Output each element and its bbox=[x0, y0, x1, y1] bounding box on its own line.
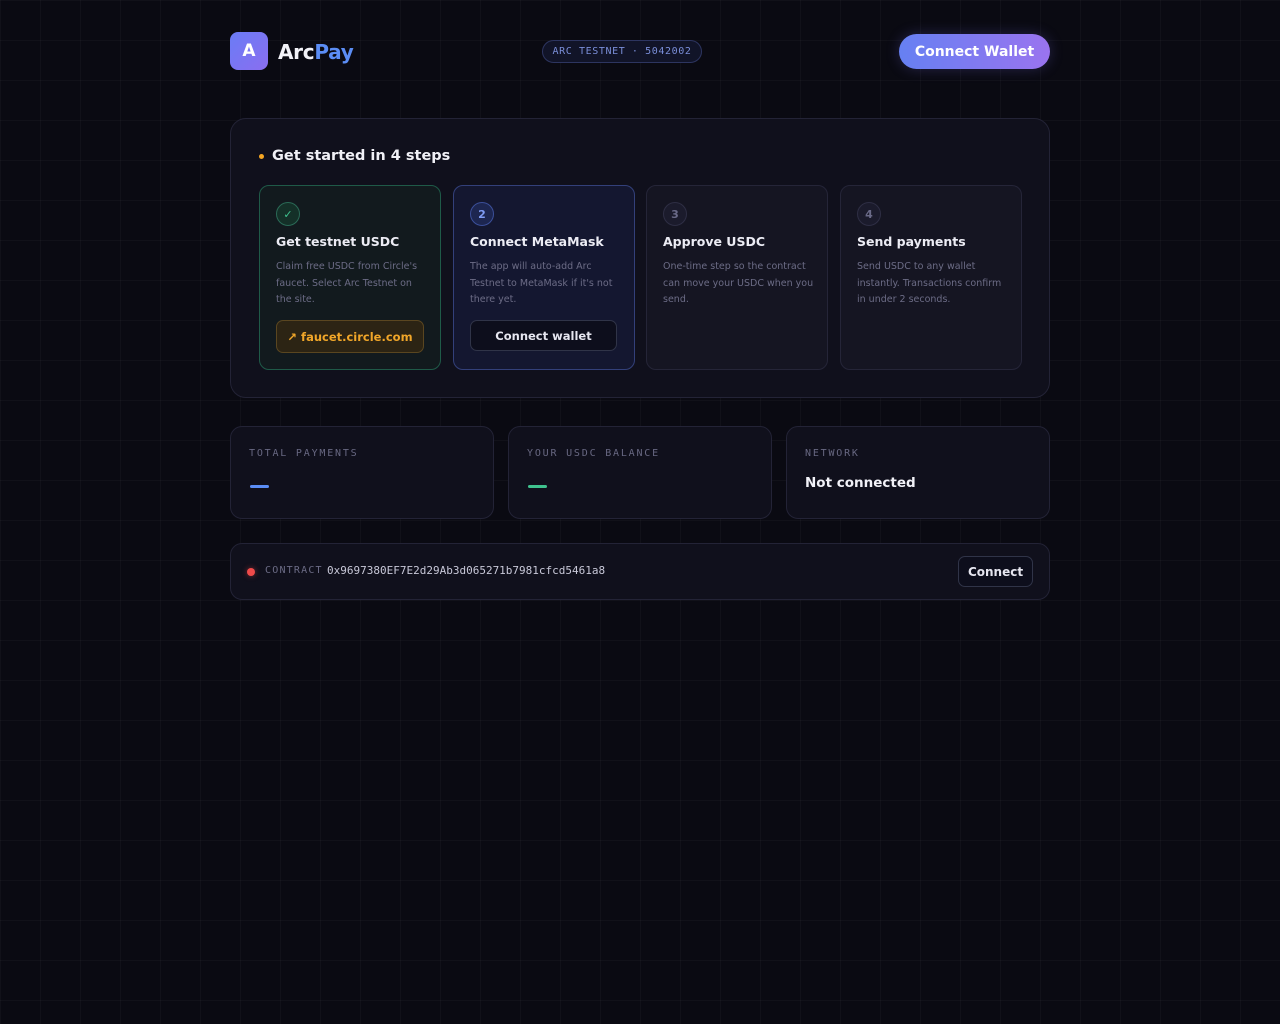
network-label: NETWORK bbox=[805, 448, 860, 459]
step-2-title: Connect MetaMask bbox=[470, 234, 604, 249]
step-2-description: The app will auto-add Arc Testnet to Met… bbox=[470, 261, 613, 305]
step-4-title: Send payments bbox=[857, 234, 966, 249]
brand-name-part1: Arc bbox=[278, 40, 315, 64]
header: A ArcPay ARC TESTNET · 5042002 Connect W… bbox=[230, 32, 1050, 72]
step-1-check-icon: ✓ bbox=[276, 202, 300, 226]
step-3-number-badge: 3 bbox=[663, 202, 687, 226]
step-2-number-badge: 2 bbox=[470, 202, 494, 226]
step-1-description: Claim free USDC from Circle's faucet. Se… bbox=[276, 261, 418, 305]
usdc-balance-label: YOUR USDC BALANCE bbox=[527, 448, 660, 459]
total-payments-label: TOTAL PAYMENTS bbox=[249, 448, 359, 459]
step-4-number-badge: 4 bbox=[857, 202, 881, 226]
step-3-description: One-time step so the contract can move y… bbox=[663, 261, 814, 305]
brand-name: ArcPay bbox=[278, 40, 354, 64]
total-payments-card: TOTAL PAYMENTS bbox=[230, 426, 494, 519]
getting-started-card: Get started in 4 steps ✓ Get testnet USD… bbox=[230, 118, 1050, 398]
contract-label: CONTRACT bbox=[265, 565, 323, 576]
network-card: NETWORK Not connected bbox=[786, 426, 1050, 519]
steps-title: Get started in 4 steps bbox=[272, 148, 451, 164]
network-status-value: Not connected bbox=[805, 475, 916, 491]
network-badge: ARC TESTNET · 5042002 bbox=[542, 40, 702, 63]
step-4-description: Send USDC to any wallet instantly. Trans… bbox=[857, 261, 1002, 305]
connect-wallet-button[interactable]: Connect Wallet bbox=[899, 34, 1050, 69]
step-card-1: ✓ Get testnet USDC Claim free USDC from … bbox=[259, 185, 441, 370]
contract-bar: CONTRACT 0x9697380EF7E2d29Ab3d065271b798… bbox=[230, 543, 1050, 600]
usdc-balance-card: YOUR USDC BALANCE bbox=[508, 426, 772, 519]
step-connect-wallet-button[interactable]: Connect wallet bbox=[470, 320, 617, 351]
contract-address: 0x9697380EF7E2d29Ab3d065271b7981cfcd5461… bbox=[327, 564, 606, 577]
logo-icon: A bbox=[230, 32, 268, 70]
disconnected-status-dot-icon bbox=[247, 568, 255, 576]
brand-name-part2: Pay bbox=[314, 40, 354, 64]
step-card-2: 2 Connect MetaMask The app will auto-add… bbox=[453, 185, 635, 370]
faucet-link-button[interactable]: ↗ faucet.circle.com bbox=[276, 320, 424, 353]
step-card-3: 3 Approve USDC One-time step so the cont… bbox=[646, 185, 828, 370]
step-1-title: Get testnet USDC bbox=[276, 234, 400, 249]
contract-connect-button[interactable]: Connect bbox=[958, 556, 1033, 587]
step-card-4: 4 Send payments Send USDC to any wallet … bbox=[840, 185, 1022, 370]
usdc-balance-placeholder-dash bbox=[528, 485, 547, 488]
step-3-title: Approve USDC bbox=[663, 234, 766, 249]
total-payments-placeholder-dash bbox=[250, 485, 269, 488]
